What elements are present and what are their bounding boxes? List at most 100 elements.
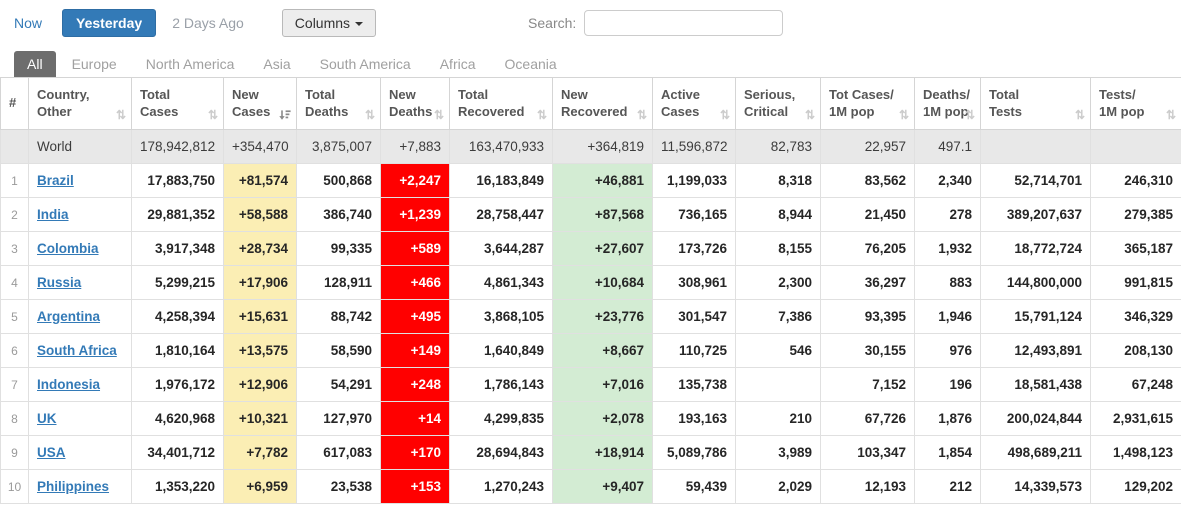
continent-tab-africa[interactable]: Africa <box>427 51 489 77</box>
cell-total_deaths: 99,335 <box>296 231 381 266</box>
country-link[interactable]: Brazil <box>37 173 74 188</box>
cell-total_recovered: 4,299,835 <box>449 401 553 436</box>
header-label-total_cases: Total Cases <box>140 86 179 119</box>
cell-deaths_per_1m: 883 <box>914 265 981 300</box>
header-total_deaths[interactable]: Total Deaths ⇅ <box>296 77 381 130</box>
search-input[interactable] <box>584 10 784 36</box>
cell-total_deaths: 500,868 <box>296 163 381 198</box>
cell-deaths_per_1m: 1,932 <box>914 231 981 266</box>
header-deaths_per_1m[interactable]: Deaths/1M pop ⇅ <box>914 77 981 130</box>
cell-new_deaths: +14 <box>380 401 450 436</box>
cell-serious_critical <box>735 367 821 402</box>
cell-serious_critical: 546 <box>735 333 821 368</box>
cell-cases_per_1m: 93,395 <box>820 299 915 334</box>
yesterday-button[interactable]: Yesterday <box>62 9 157 37</box>
cell-cases_per_1m: 83,562 <box>820 163 915 198</box>
cell-total_tests: 52,714,701 <box>980 163 1091 198</box>
cell-total_recovered: 16,183,849 <box>449 163 553 198</box>
cell-new_deaths: +495 <box>380 299 450 334</box>
columns-dropdown[interactable]: Columns <box>281 9 377 37</box>
cell-rank: 10 <box>0 469 29 504</box>
cell-cases_per_1m: 36,297 <box>820 265 915 300</box>
cell-total_cases: 1,353,220 <box>131 469 224 504</box>
continent-tab-south-america[interactable]: South America <box>307 51 424 77</box>
table-row: 2 India 29,881,352 +58,588 386,740 +1,239 28,7… <box>0 197 1181 232</box>
cell-rank: 6 <box>0 333 29 368</box>
cell-total_deaths: 386,740 <box>296 197 381 232</box>
cell-deaths_per_1m: 1,876 <box>914 401 981 436</box>
cell-total_recovered: 3,868,105 <box>449 299 553 334</box>
cell-rank <box>0 129 29 164</box>
cell-total_tests: 389,207,637 <box>980 197 1091 232</box>
header-total_recovered[interactable]: Total Recovered ⇅ <box>449 77 553 130</box>
cell-new_recovered: +46,881 <box>552 163 653 198</box>
cell-deaths_per_1m: 976 <box>914 333 981 368</box>
header-tests_per_1m[interactable]: Tests/1M pop ⇅ <box>1090 77 1181 130</box>
header-serious_critical[interactable]: Serious, Critical ⇅ <box>735 77 821 130</box>
country-link[interactable]: Colombia <box>37 241 99 256</box>
cell-cases_per_1m: 21,450 <box>820 197 915 232</box>
country-link[interactable]: Philippines <box>37 479 109 494</box>
cell-new_recovered: +27,607 <box>552 231 653 266</box>
cell-total_recovered: 1,640,849 <box>449 333 553 368</box>
cell-total_tests: 200,024,844 <box>980 401 1091 436</box>
continent-tab-all[interactable]: All <box>14 51 56 77</box>
two-days-ago-button[interactable]: 2 Days Ago <box>172 15 244 31</box>
cell-rank: 5 <box>0 299 29 334</box>
cell-cases_per_1m: 76,205 <box>820 231 915 266</box>
cell-active_cases: 5,089,786 <box>652 435 736 470</box>
sort-icon: ⇅ <box>364 108 375 122</box>
now-button[interactable]: Now <box>14 15 42 31</box>
cell-cases_per_1m: 67,726 <box>820 401 915 436</box>
cell-active_cases: 135,738 <box>652 367 736 402</box>
sort-icon: ⇅ <box>207 108 218 122</box>
country-link[interactable]: Argentina <box>37 309 100 324</box>
cell-total_cases: 4,258,394 <box>131 299 224 334</box>
cell-new_cases: +17,906 <box>223 265 297 300</box>
continent-tab-oceania[interactable]: Oceania <box>492 51 570 77</box>
header-country[interactable]: Country, Other ⇅ <box>28 77 132 130</box>
country-link[interactable]: South Africa <box>37 343 117 358</box>
cell-total_deaths: 128,911 <box>296 265 381 300</box>
cell-total_tests: 18,581,438 <box>980 367 1091 402</box>
cell-total_deaths: 127,970 <box>296 401 381 436</box>
cell-cases_per_1m: 7,152 <box>820 367 915 402</box>
cell-total_deaths: 54,291 <box>296 367 381 402</box>
header-new_cases[interactable]: New Cases <box>223 77 297 130</box>
cell-total_cases: 34,401,712 <box>131 435 224 470</box>
country-link[interactable]: UK <box>37 411 57 426</box>
continent-tab-north-america[interactable]: North America <box>133 51 248 77</box>
header-new_deaths[interactable]: New Deaths ⇅ <box>380 77 450 130</box>
cell-new_cases: +354,470 <box>223 129 297 164</box>
cell-active_cases: 193,163 <box>652 401 736 436</box>
cell-new_cases: +28,734 <box>223 231 297 266</box>
header-new_recovered[interactable]: New Recovered ⇅ <box>552 77 653 130</box>
header-cases_per_1m[interactable]: Tot Cases/1M pop ⇅ <box>820 77 915 130</box>
country-link[interactable]: USA <box>37 445 66 460</box>
cell-cases_per_1m: 22,957 <box>820 129 915 164</box>
cell-serious_critical: 8,155 <box>735 231 821 266</box>
continent-tab-europe[interactable]: Europe <box>59 51 130 77</box>
continent-tab-asia[interactable]: Asia <box>250 51 303 77</box>
header-label-tests_per_1m: Tests/1M pop <box>1099 86 1145 119</box>
cell-serious_critical: 3,989 <box>735 435 821 470</box>
cell-tests_per_1m: 208,130 <box>1090 333 1181 368</box>
table-row: 3 Colombia 3,917,348 +28,734 99,335 +589 3,644… <box>0 231 1181 266</box>
country-link[interactable]: Russia <box>37 275 81 290</box>
table-header-row: # Country, Other ⇅ Total Cases ⇅ New Cases Total D… <box>0 77 1181 130</box>
cell-deaths_per_1m: 196 <box>914 367 981 402</box>
cell-deaths_per_1m: 497.1 <box>914 129 981 164</box>
cell-new_recovered: +2,078 <box>552 401 653 436</box>
header-label-active_cases: Active Cases <box>661 86 701 119</box>
country-link[interactable]: India <box>37 207 69 222</box>
search-label: Search: <box>528 15 577 31</box>
sort-desc-icon <box>279 109 291 121</box>
header-total_cases[interactable]: Total Cases ⇅ <box>131 77 224 130</box>
header-active_cases[interactable]: Active Cases ⇅ <box>652 77 736 130</box>
cell-total_tests: 15,791,124 <box>980 299 1091 334</box>
cell-rank: 9 <box>0 435 29 470</box>
header-total_tests[interactable]: Total Tests ⇅ <box>980 77 1091 130</box>
cell-deaths_per_1m: 1,854 <box>914 435 981 470</box>
country-link[interactable]: Indonesia <box>37 377 100 392</box>
header-rank: # <box>0 77 29 130</box>
